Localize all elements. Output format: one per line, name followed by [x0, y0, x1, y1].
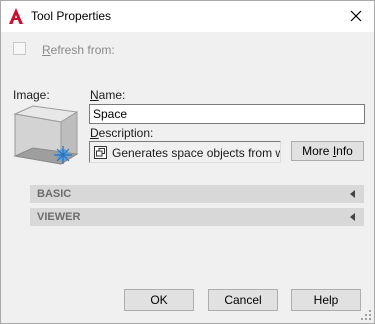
- description-field[interactable]: Generates space objects from w: [89, 141, 281, 163]
- description-text: Generates space objects from w: [112, 146, 281, 160]
- ok-button[interactable]: OK: [124, 289, 194, 311]
- space-tool-image[interactable]: [13, 104, 79, 168]
- triangle-left-icon: [350, 213, 355, 221]
- name-input[interactable]: [89, 104, 365, 124]
- section-basic-label: BASIC: [37, 188, 72, 200]
- help-button[interactable]: Help: [291, 289, 361, 311]
- cancel-button[interactable]: Cancel: [208, 289, 278, 311]
- triangle-left-icon: [350, 190, 355, 198]
- section-viewer-label: VIEWER: [37, 211, 81, 223]
- tool-properties-dialog: Tool Properties Refresh from: Image: Nam…: [0, 0, 375, 324]
- description-label: Description:: [90, 126, 154, 140]
- window-title: Tool Properties: [31, 9, 112, 23]
- section-viewer[interactable]: VIEWER: [30, 208, 364, 226]
- more-info-button[interactable]: More Info: [291, 141, 364, 161]
- close-button[interactable]: [338, 1, 374, 32]
- name-label: Name:: [90, 88, 126, 102]
- title-bar: Tool Properties: [1, 1, 374, 32]
- refresh-checkbox[interactable]: [13, 42, 26, 55]
- edit-description-icon[interactable]: [94, 146, 107, 159]
- section-basic[interactable]: BASIC: [30, 185, 364, 203]
- image-label: Image:: [13, 88, 50, 102]
- resize-grip-icon[interactable]: [361, 310, 371, 320]
- autocad-logo-icon: [9, 8, 23, 24]
- close-icon: [350, 10, 362, 22]
- refresh-label: Refresh from:: [42, 43, 115, 57]
